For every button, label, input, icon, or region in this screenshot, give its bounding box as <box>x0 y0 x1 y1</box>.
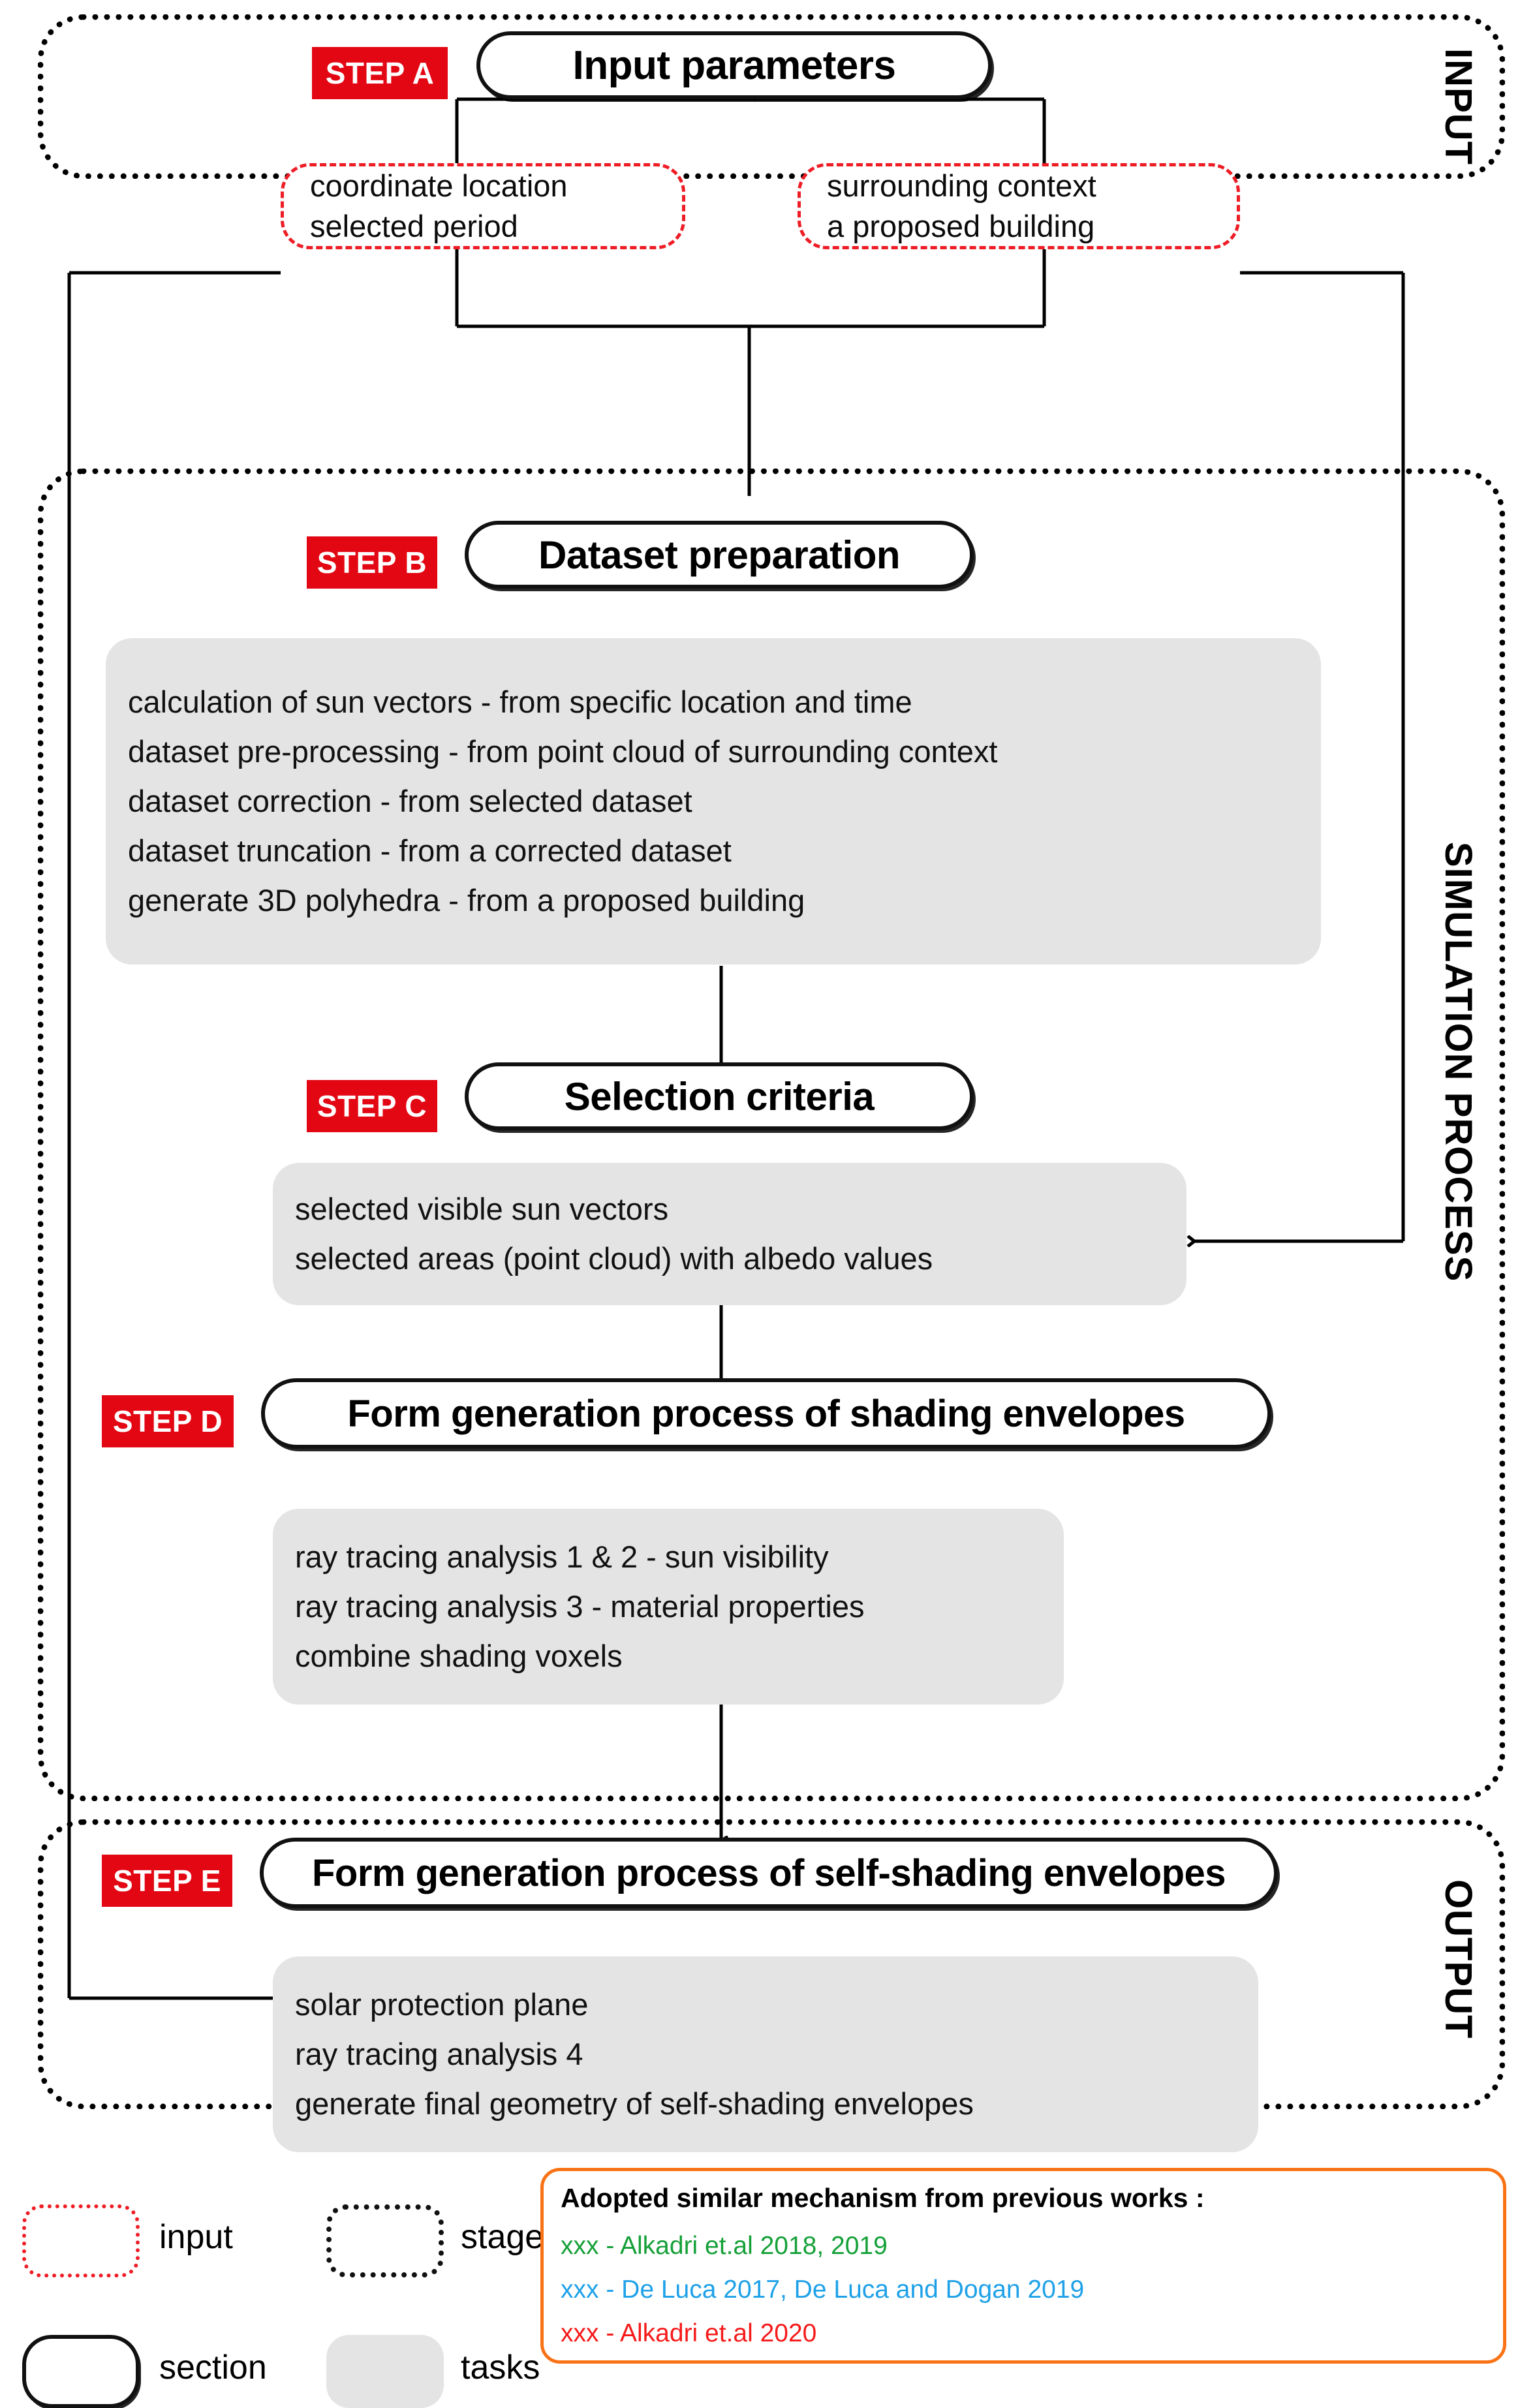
legend-label-section: section <box>159 2349 267 2386</box>
task-line: dataset pre-processing - from point clou… <box>128 733 998 769</box>
references-title: Adopted similar mechanism from previous … <box>561 2183 1205 2213</box>
reference-line: xxx - De Luca 2017, De Luca and Dogan 20… <box>561 2276 1085 2304</box>
section-form-generation-shading[interactable]: Form generation process of shading envel… <box>261 1378 1271 1449</box>
legend-swatch-input <box>22 2204 140 2277</box>
tasks-step-e: solar protection plane ray tracing analy… <box>273 1956 1258 2152</box>
legend-swatch-stage <box>326 2204 444 2277</box>
reference-line: xxx - Alkadri et.al 2020 <box>561 2319 817 2348</box>
section-form-generation-self-shading[interactable]: Form generation process of self-shading … <box>260 1838 1278 1908</box>
legend-swatch-tasks <box>326 2335 444 2408</box>
task-line: generate 3D polyhedra - from a proposed … <box>128 883 805 918</box>
input-line: a proposed building <box>827 209 1095 243</box>
step-badge-b: STEP B <box>307 536 437 589</box>
tasks-step-d: ray tracing analysis 1 & 2 - sun visibil… <box>273 1509 1064 1705</box>
step-badge-a: STEP A <box>312 47 448 99</box>
legend-swatch-section <box>22 2335 140 2408</box>
task-line: dataset correction - from selected datas… <box>128 783 692 818</box>
input-box-location[interactable]: coordinate location selected period <box>281 163 685 249</box>
input-line: surrounding context <box>827 168 1096 203</box>
task-line: ray tracing analysis 4 <box>295 2036 583 2071</box>
task-line: selected areas (point cloud) with albedo… <box>295 1241 933 1276</box>
stage-label-simulation: SIMULATION PROCESS <box>1437 842 1480 1282</box>
legend-label-input: input <box>159 2218 233 2256</box>
task-line: ray tracing analysis 3 - material proper… <box>295 1588 865 1624</box>
task-line: combine shading voxels <box>295 1639 623 1674</box>
section-input-parameters[interactable]: Input parameters <box>476 31 992 99</box>
legend-label-stage: stage <box>461 2218 544 2256</box>
reference-line: xxx - Alkadri et.al 2018, 2019 <box>561 2232 888 2260</box>
input-line: coordinate location <box>310 168 568 203</box>
input-line: selected period <box>310 209 518 243</box>
step-badge-e: STEP E <box>102 1855 232 1907</box>
stage-label-input: INPUT <box>1437 48 1480 165</box>
task-line: dataset truncation - from a corrected da… <box>128 833 732 869</box>
section-dataset-preparation[interactable]: Dataset preparation <box>465 521 974 589</box>
step-badge-c: STEP C <box>307 1080 437 1132</box>
task-line: generate final geometry of self-shading … <box>295 2086 974 2122</box>
task-line: solar protection plane <box>295 1986 589 2022</box>
tasks-step-c: selected visible sun vectors selected ar… <box>273 1163 1186 1305</box>
task-line: selected visible sun vectors <box>295 1191 669 1226</box>
input-box-context[interactable]: surrounding context a proposed building <box>798 163 1240 249</box>
task-line: calculation of sun vectors - from specif… <box>128 684 912 719</box>
flowchart-canvas: INPUT STEP A Input parameters coordinate… <box>0 0 1535 2408</box>
step-badge-d: STEP D <box>102 1395 234 1447</box>
references-box: Adopted similar mechanism from previous … <box>540 2168 1506 2364</box>
stage-label-output: OUTPUT <box>1437 1879 1480 2039</box>
legend-label-tasks: tasks <box>461 2349 540 2386</box>
tasks-step-b: calculation of sun vectors - from specif… <box>106 638 1321 965</box>
section-selection-criteria[interactable]: Selection criteria <box>465 1062 974 1130</box>
task-line: ray tracing analysis 1 & 2 - sun visibil… <box>295 1539 829 1574</box>
